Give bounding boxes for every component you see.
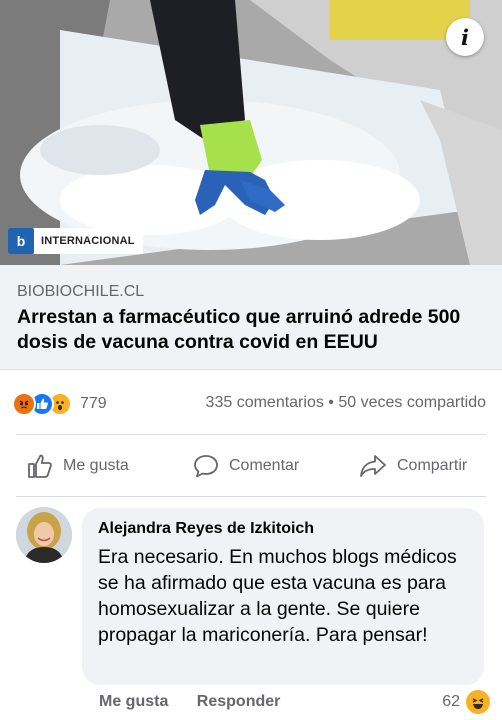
- category-label: INTERNACIONAL: [41, 235, 135, 247]
- info-icon: i: [461, 24, 469, 50]
- comment-reactions[interactable]: 62: [442, 690, 490, 714]
- like-label: Me gusta: [63, 457, 129, 474]
- stats-separator: •: [328, 394, 334, 411]
- link-domain: BIOBIOCHILE.CL: [17, 283, 145, 300]
- ice-box-photo: [0, 0, 502, 265]
- reaction-count[interactable]: 779: [80, 395, 107, 413]
- post-action-bar: Me gusta Comentar Compartir: [0, 450, 502, 482]
- thumbs-up-icon: [28, 454, 52, 478]
- share-label: Compartir: [397, 457, 468, 474]
- comment-reply-link[interactable]: Responder: [197, 693, 281, 710]
- divider: [16, 434, 486, 435]
- biobio-logo-icon: b: [8, 228, 34, 254]
- comment-button[interactable]: Comentar: [192, 450, 299, 482]
- share-arrow-icon: [360, 455, 386, 477]
- link-headline[interactable]: Arrestan a farmacéutico que arruinó adre…: [17, 305, 487, 355]
- share-count[interactable]: 50 veces compartido: [338, 394, 486, 411]
- avatar[interactable]: [16, 507, 72, 563]
- share-button[interactable]: Compartir: [358, 450, 467, 482]
- angry-reaction-icon: [12, 392, 36, 416]
- comment-label: Comentar: [229, 457, 300, 474]
- link-preview[interactable]: BIOBIOCHILE.CL Arrestan a farmacéutico q…: [0, 265, 502, 370]
- reactions-summary[interactable]: 779: [12, 390, 107, 418]
- comment-like-link[interactable]: Me gusta: [99, 693, 168, 710]
- category-badge: b INTERNACIONAL: [8, 228, 143, 254]
- comment-bubble[interactable]: Alejandra Reyes de Izkitoich Era necesar…: [82, 508, 484, 685]
- comment-author[interactable]: Alejandra Reyes de Izkitoich: [98, 519, 468, 539]
- like-button[interactable]: Me gusta: [26, 450, 129, 482]
- comment-text: Era necesario. En muchos blogs médicos s…: [98, 546, 457, 646]
- comment-reaction-count: 62: [442, 693, 460, 710]
- article-image[interactable]: i b INTERNACIONAL: [0, 0, 502, 265]
- profile-photo: [16, 507, 72, 563]
- comment-actions: Me gusta Responder: [99, 693, 304, 711]
- comment-count[interactable]: 335 comentarios: [206, 394, 324, 411]
- haha-reaction-icon: [466, 690, 490, 714]
- divider: [16, 496, 486, 497]
- info-button[interactable]: i: [446, 18, 484, 56]
- comment-bubble-icon: [194, 455, 218, 478]
- engagement-stats: 335 comentarios • 50 veces compartido: [206, 394, 486, 412]
